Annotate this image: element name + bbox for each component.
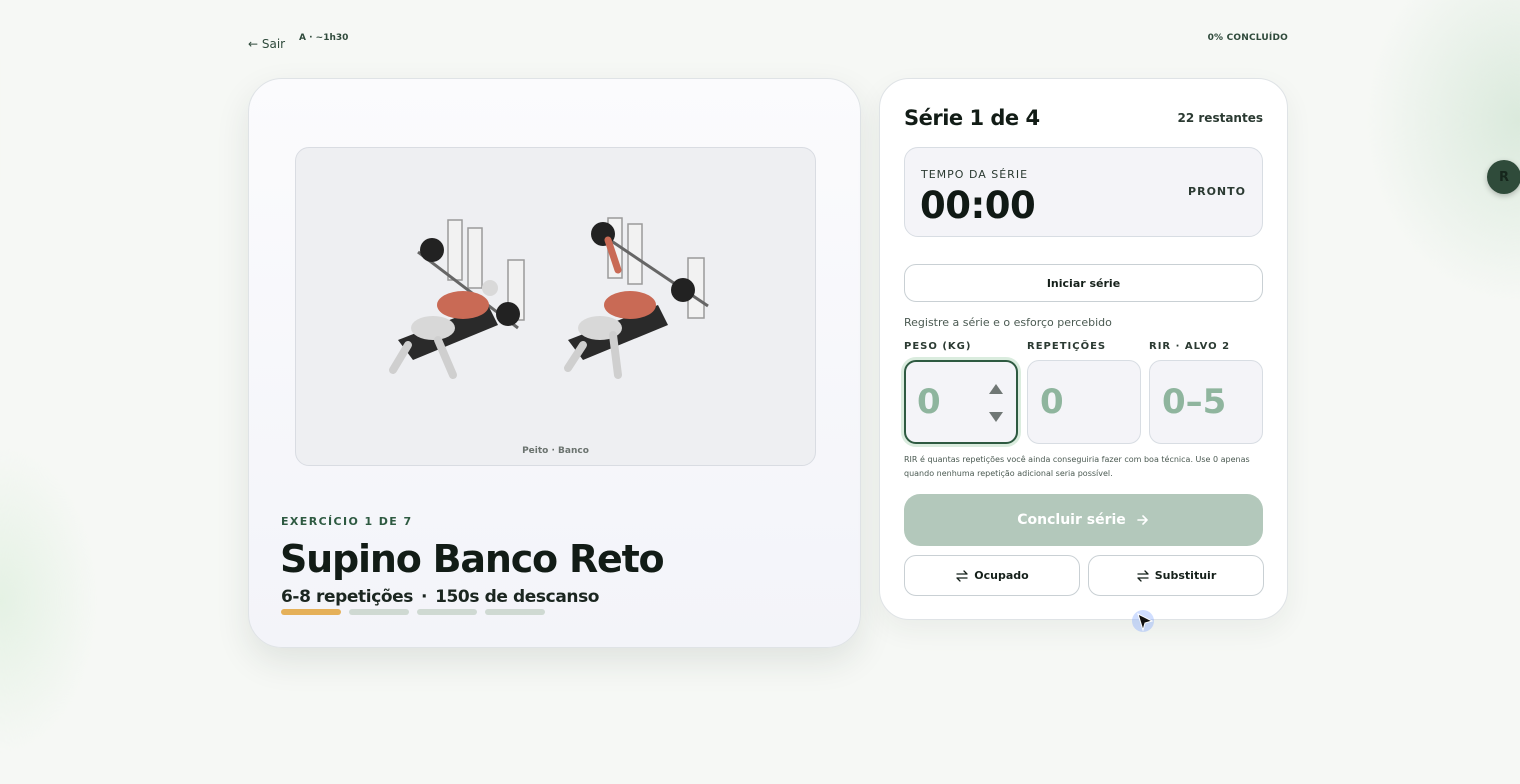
exercise-counter: EXERCÍCIO 1 DE 7 [281, 515, 413, 528]
weight-stepper [986, 378, 1006, 426]
increment-arrow-icon[interactable] [989, 384, 1003, 394]
session-meta: A · ~1h30 [299, 33, 349, 43]
swap-icon [1137, 569, 1149, 582]
log-hint: Registre a série e o esforço percebido [904, 316, 1112, 329]
rir-input[interactable] [1150, 361, 1262, 443]
media-caption: Peito · Banco [522, 446, 589, 456]
busy-button[interactable]: Ocupado [904, 555, 1080, 596]
set-progress-dot [485, 609, 545, 615]
exercise-card: Peito · Banco EXERCÍCIO 1 DE 7 Supino Ba… [248, 78, 861, 648]
set-progress-dot [281, 609, 341, 615]
weight-label: PESO (KG) [904, 341, 972, 352]
finish-set-button[interactable]: Concluir série [904, 494, 1263, 546]
busy-label: Ocupado [974, 569, 1029, 582]
set-panel: Série 1 de 4 22 restantes TEMPO DA SÉRIE… [879, 78, 1288, 620]
avatar[interactable]: R [1487, 160, 1520, 194]
set-title: Série 1 de 4 [904, 106, 1040, 130]
exercise-media: Peito · Banco [295, 147, 816, 466]
rir-explanation: RIR é quantas repetições você ainda cons… [904, 455, 1250, 478]
bench-press-illustration [389, 217, 709, 379]
top-bar: ← Sair A · ~1h30 0% CONCLUÍDO [248, 30, 1288, 60]
set-timer: TEMPO DA SÉRIE 00:00 PRONTO [904, 147, 1263, 237]
swap-icon [956, 569, 968, 582]
set-progress-dot [417, 609, 477, 615]
rir-field [1149, 360, 1263, 444]
sets-remaining: 22 restantes [1177, 111, 1263, 125]
timer-value: 00:00 [920, 184, 1036, 227]
set-progress [281, 609, 545, 615]
workout-progress: 0% CONCLUÍDO [1207, 33, 1288, 43]
decrement-arrow-icon[interactable] [989, 412, 1003, 422]
start-set-button[interactable]: Iniciar série [904, 264, 1263, 302]
exit-link[interactable]: ← Sair [248, 37, 285, 51]
rest-time: 150s de descanso [435, 587, 600, 607]
reps-target: 6-8 repetições [281, 587, 414, 607]
rir-label: RIR · ALVO 2 [1149, 341, 1231, 352]
set-progress-dot [349, 609, 409, 615]
arrow-right-icon [1136, 515, 1148, 525]
detail-separator: · [421, 587, 428, 607]
weight-field [904, 360, 1018, 444]
timer-label: TEMPO DA SÉRIE [921, 168, 1029, 181]
timer-status: PRONTO [1188, 185, 1246, 198]
exercise-title: Supino Banco Reto [280, 537, 665, 581]
reps-label: REPETIÇÕES [1027, 341, 1107, 352]
substitute-label: Substituir [1154, 569, 1217, 582]
reps-input[interactable] [1028, 361, 1140, 443]
finish-set-label: Concluir série [1017, 512, 1126, 528]
mouse-cursor-icon [1132, 610, 1154, 632]
substitute-button[interactable]: Substituir [1088, 555, 1264, 596]
exercise-details: 6-8 repetições · 150s de descanso [281, 587, 599, 607]
reps-field [1027, 360, 1141, 444]
